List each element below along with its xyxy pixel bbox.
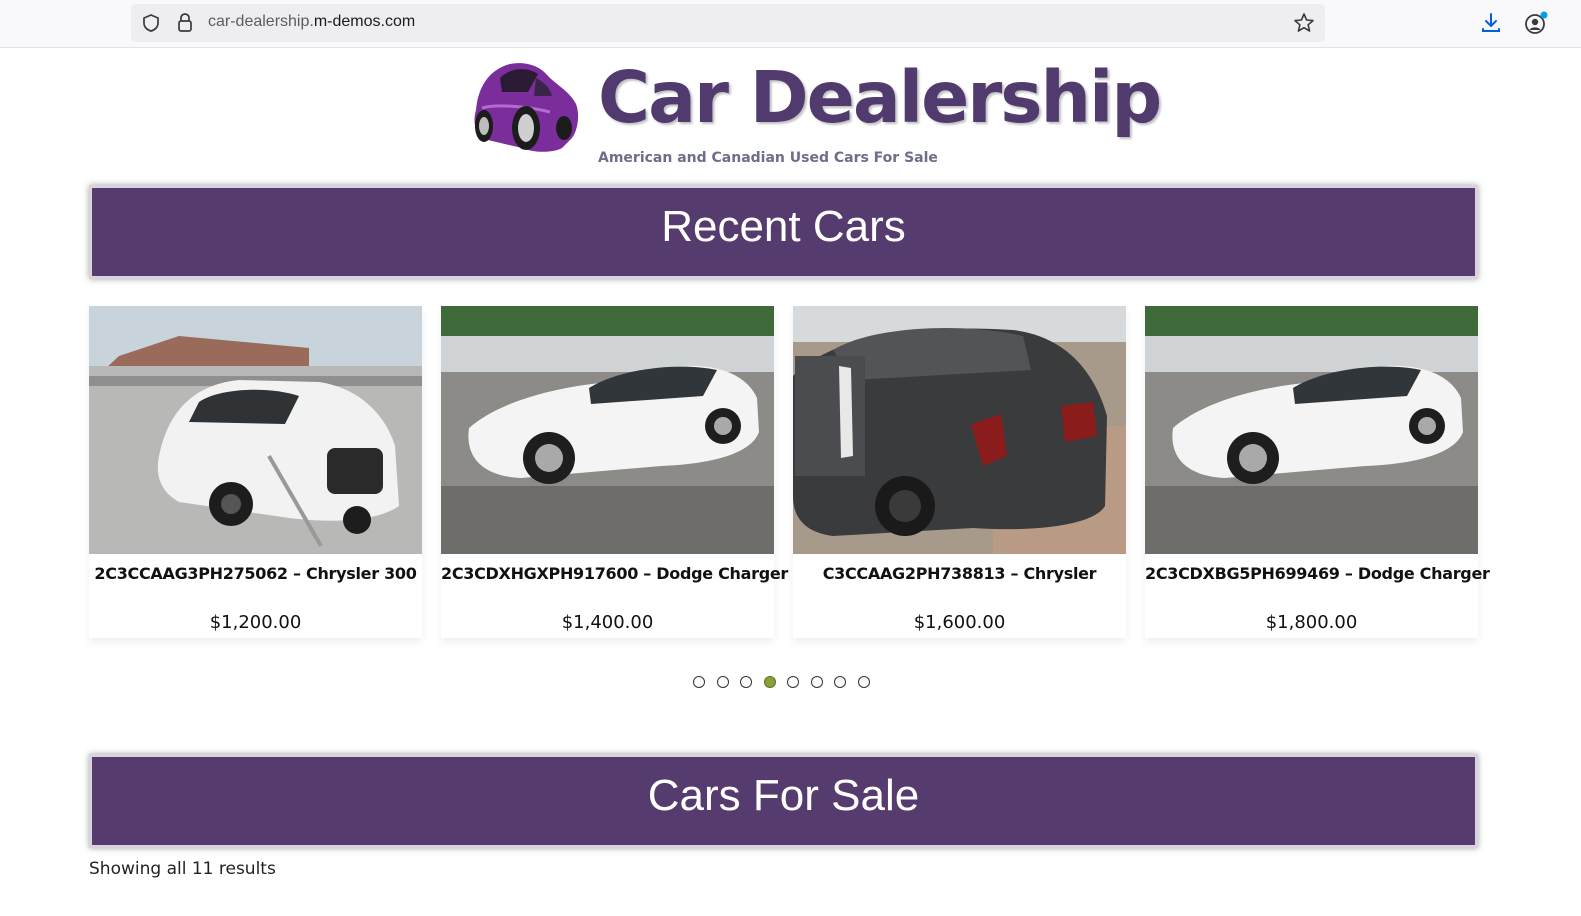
car-photo[interactable] [441, 306, 774, 554]
carousel-dot[interactable] [763, 676, 776, 688]
url-domain: m-demos.com [313, 13, 416, 30]
carousel-dot[interactable] [810, 676, 823, 688]
carousel-dot[interactable] [740, 676, 752, 688]
car-card[interactable]: C3CCAAG2PH738813 – Chrysler $1,600.00 [793, 306, 1126, 638]
car-price: $1,200.00 [209, 612, 302, 633]
car-title[interactable]: 2C3CDXHGXPH917600 – Dodge Charger [441, 564, 788, 583]
car-price: $1,600.00 [913, 612, 1006, 633]
results-count: Showing all 11 results [89, 859, 276, 879]
car-photo[interactable] [793, 306, 1126, 554]
site-title[interactable]: Car Dealership [598, 56, 1162, 140]
address-bar[interactable]: car-dealership.m-demos.com [131, 4, 1325, 42]
url-subdomain: car-dealership. [208, 13, 314, 30]
browser-toolbar: car-dealership.m-demos.com [0, 0, 1581, 48]
carousel-dot[interactable] [857, 676, 870, 688]
url-text[interactable]: car-dealership.m-demos.com [208, 13, 415, 31]
car-card[interactable]: 2C3CDXHGXPH917600 – Dodge Charger $1,400… [441, 306, 788, 638]
logo-car-icon[interactable] [466, 58, 582, 160]
carousel-dot[interactable] [834, 676, 846, 688]
download-icon[interactable] [1479, 11, 1503, 35]
car-price: $1,800.00 [1265, 612, 1358, 633]
car-price: $1,400.00 [561, 612, 654, 633]
car-photo[interactable] [89, 306, 422, 554]
cars-for-sale-heading: Cars For Sale [89, 754, 1478, 848]
car-card[interactable]: 2C3CCAAG3PH275062 – Chrysler 300 $1,200.… [89, 306, 422, 638]
carousel-dot[interactable] [787, 676, 799, 688]
car-title[interactable]: C3CCAAG2PH738813 – Chrysler [793, 564, 1126, 583]
car-title[interactable]: 2C3CDXBG5PH699469 – Dodge Charger [1145, 564, 1490, 583]
recent-cars-heading: Recent Cars [89, 185, 1478, 279]
star-icon[interactable] [1293, 12, 1315, 34]
carousel-dot[interactable] [693, 676, 705, 688]
car-photo[interactable] [1145, 306, 1478, 554]
site-tagline: American and Canadian Used Cars For Sale [598, 150, 938, 166]
car-title[interactable]: 2C3CCAAG3PH275062 – Chrysler 300 [89, 564, 422, 583]
lock-icon[interactable] [176, 12, 194, 34]
car-card[interactable]: 2C3CDXBG5PH699469 – Dodge Charger $1,800… [1145, 306, 1490, 638]
shield-icon[interactable] [141, 13, 161, 33]
carousel-dot[interactable] [716, 676, 729, 688]
account-icon[interactable] [1523, 10, 1549, 36]
